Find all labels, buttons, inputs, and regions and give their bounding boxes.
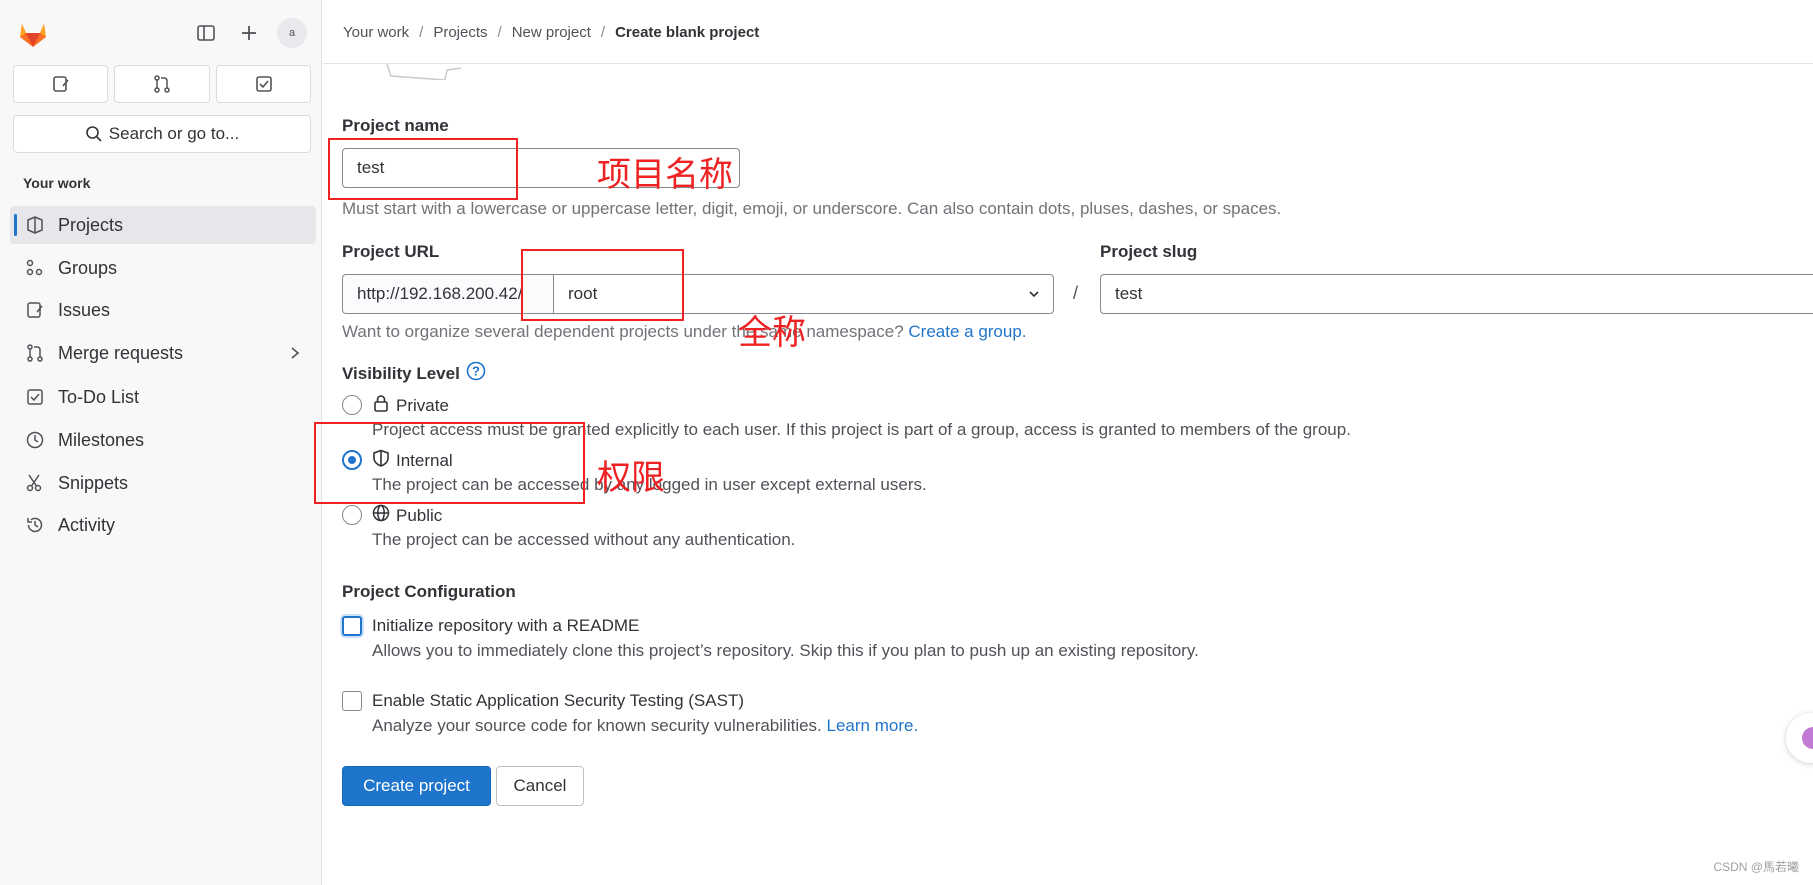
create-project-button[interactable]: Create project [342,766,491,806]
avatar-alt-text: a [288,27,296,39]
merge-request-icon [24,342,46,364]
sast-desc-line: Analyze your source code for known secur… [372,716,918,736]
readme-desc: Allows you to immediately clone this pro… [372,641,1199,660]
search-icon [85,126,102,142]
issues-icon [24,299,46,321]
duo-icon [1802,727,1813,749]
issues-quick-button[interactable] [13,65,108,103]
breadcrumb-projects[interactable]: Projects [433,24,487,41]
url-slash: / [1073,283,1079,303]
duo-chat-button[interactable] [1786,713,1813,763]
sidebar: a Search or go to... Your work Projects … [0,0,322,885]
annotation-box-visibility [314,422,585,504]
visibility-public-label: Public [372,504,442,527]
project-name-label: Project name [342,116,449,135]
visibility-private-radio[interactable] [342,395,362,415]
sidebar-item-todo-list[interactable]: To-Do List [10,378,316,416]
cancel-button[interactable]: Cancel [496,766,584,806]
search-label: Search or go to... [108,124,240,143]
plus-icon[interactable] [234,18,264,48]
visibility-private-label: Private [372,394,449,417]
sidebar-item-projects[interactable]: Projects [10,206,316,244]
annotation-name-note: 项目名称 [597,155,733,195]
visibility-label: Visibility Level [342,363,460,383]
sidebar-item-label: Projects [58,214,124,235]
merge-request-icon [154,75,170,93]
namespace-help-text: Want to organize several dependent proje… [342,322,904,341]
history-icon [24,514,46,536]
help-icon[interactable]: ? [466,361,486,386]
namespace-help: Want to organize several dependent proje… [342,322,1027,342]
sidebar-item-label: Snippets [58,472,129,493]
chevron-down-icon [1027,286,1041,306]
annotation-box-name [328,138,518,200]
sidebar-item-label: Issues [58,299,111,320]
breadcrumb: Your work / Projects / New project / Cre… [343,24,759,41]
project-slug-label: Project slug [1100,242,1198,261]
todo-icon [24,386,46,408]
learn-more-link[interactable]: Learn more. [827,716,919,735]
chevron-right-icon [288,343,302,368]
sidebar-item-milestones[interactable]: Milestones [10,421,316,459]
todo-icon [255,76,272,92]
watermark: CSDN @馬若曦 [1713,860,1799,874]
annotation-url-note: 全称 [738,313,806,353]
sidebar-item-label: Merge requests [58,342,184,363]
sast-desc: Analyze your source code for known secur… [372,716,822,735]
sidebar-item-merge-requests[interactable]: Merge requests [10,334,316,372]
project-slug-input[interactable]: test [1100,274,1813,314]
project-url-label: Project URL [342,242,440,261]
private-label-text: Private [396,395,449,415]
public-label-text: Public [396,505,443,525]
todo-quick-button[interactable] [216,65,311,103]
sidebar-item-groups[interactable]: Groups [10,249,316,287]
breadcrumb-current[interactable]: Create blank project [615,24,759,41]
project-icon [24,214,46,236]
avatar[interactable]: a [277,18,307,48]
globe-icon [372,504,390,527]
readme-checkbox[interactable] [342,616,362,636]
annotation-box-url [521,249,684,321]
breadcrumb-your-work[interactable]: Your work [343,24,409,41]
sidebar-item-issues[interactable]: Issues [10,291,316,329]
lock-icon [372,394,390,417]
search-button[interactable]: Search or go to... [13,115,311,153]
sidebar-header: a [0,0,322,64]
breadcrumb-new-project[interactable]: New project [512,24,591,41]
illustration-fragment [386,64,462,80]
top-bar: Your work / Projects / New project / Cre… [323,0,1813,64]
project-name-help: Must start with a lowercase or uppercase… [342,199,1282,218]
sidebar-item-label: To-Do List [58,386,140,407]
group-icon [24,257,46,279]
gitlab-logo[interactable] [16,16,50,50]
project-config-heading: Project Configuration [342,582,516,601]
sidebar-item-snippets[interactable]: Snippets [10,464,316,502]
visibility-heading: Visibility Level ? [342,361,486,386]
your-work-heading: Your work [23,175,91,191]
scissors-icon [24,472,46,494]
sidebar-item-activity[interactable]: Activity [10,506,316,544]
readme-label[interactable]: Initialize repository with a README [372,616,639,636]
sidebar-item-label: Activity [58,514,116,535]
sidebar-item-label: Milestones [58,429,145,450]
sast-checkbox[interactable] [342,691,362,711]
annotation-visibility-note: 权限 [597,458,665,498]
breadcrumb-separator: / [497,24,502,41]
sidebar-item-label: Groups [58,257,118,278]
create-group-link[interactable]: Create a group. [908,322,1026,341]
public-desc: The project can be accessed without any … [372,530,796,549]
toggle-sidebar-icon[interactable] [191,18,221,48]
clock-icon [24,429,46,451]
breadcrumb-separator: / [600,24,606,41]
sast-label[interactable]: Enable Static Application Security Testi… [372,691,744,711]
visibility-public-radio[interactable] [342,505,362,525]
issues-icon [52,76,69,92]
breadcrumb-separator: / [419,24,424,41]
svg-text:?: ? [472,364,480,379]
merge-requests-quick-button[interactable] [114,65,210,103]
